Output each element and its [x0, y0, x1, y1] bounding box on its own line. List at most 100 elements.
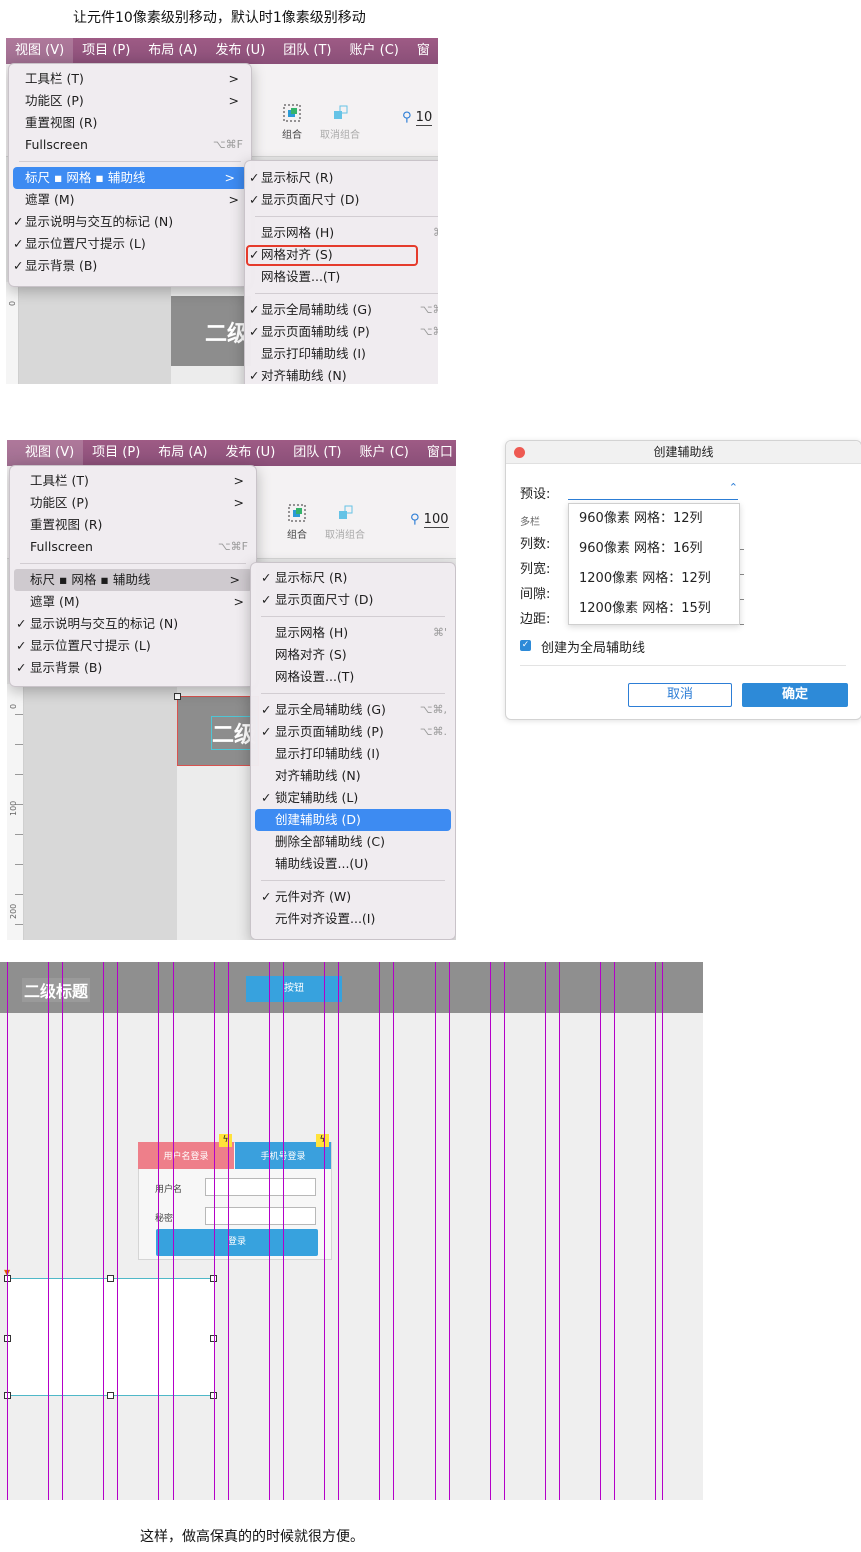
- login-button[interactable]: 登录: [156, 1229, 318, 1256]
- menu-item-ruler-grid-guides[interactable]: 标尺 ▪ 网格 ▪ 辅助线 >: [14, 569, 252, 591]
- menu-item-create-guides[interactable]: 创建辅助线 (D): [255, 809, 451, 831]
- close-icon[interactable]: [514, 447, 525, 458]
- password-input[interactable]: [205, 1207, 316, 1225]
- menu-item-ribbon[interactable]: 功能区 (P) >: [9, 90, 251, 112]
- menu-item-reset-view[interactable]: 重置视图 (R): [9, 112, 251, 134]
- preset-option[interactable]: 1200像素 网格：15列: [569, 594, 739, 624]
- menu-item-reset-view[interactable]: 重置视图 (R): [10, 514, 256, 536]
- guide-line[interactable]: [614, 962, 615, 1500]
- menu-item-show-grid[interactable]: 显示网格 (H)⌘': [251, 622, 455, 644]
- menu-item-show-ruler[interactable]: ✓ 显示标尺 (R): [245, 167, 438, 189]
- menu-item-snap-to-widgets[interactable]: ✓ 元件对齐 (W): [251, 886, 455, 908]
- guide-line[interactable]: [48, 962, 49, 1500]
- preset-option[interactable]: 960像素 网格：16列: [569, 534, 739, 564]
- menu-window[interactable]: 窗口: [418, 440, 456, 466]
- menu-item-mask[interactable]: 遮罩 (M) >: [9, 189, 251, 211]
- group-button[interactable]: 组合: [276, 104, 308, 141]
- menu-window[interactable]: 窗: [408, 38, 438, 64]
- menu-publish[interactable]: 发布 (U): [216, 440, 284, 466]
- guide-line[interactable]: [504, 962, 505, 1500]
- guide-line[interactable]: [338, 962, 339, 1500]
- menu-item-toolbar[interactable]: 工具栏 (T) >: [9, 68, 251, 90]
- guide-line[interactable]: [269, 962, 270, 1500]
- guide-line[interactable]: [173, 962, 174, 1500]
- menu-project[interactable]: 项目 (P): [73, 38, 139, 64]
- menu-item-show-size-hints[interactable]: ✓ 显示位置尺寸提示 (L): [9, 233, 251, 255]
- menu-publish[interactable]: 发布 (U): [206, 38, 274, 64]
- menu-item-show-ruler[interactable]: ✓ 显示标尺 (R): [251, 567, 455, 589]
- menu-item-snap-to-guides[interactable]: ✓ 对齐辅助线 (N): [245, 365, 438, 384]
- menu-item-show-grid[interactable]: 显示网格 (H)⌘': [245, 222, 438, 244]
- menu-item-show-page-size[interactable]: ✓ 显示页面尺寸 (D): [251, 589, 455, 611]
- menu-item-show-background[interactable]: ✓ 显示背景 (B): [9, 255, 251, 277]
- menu-item-grid-settings[interactable]: 网格设置...(T): [245, 266, 438, 288]
- menu-item-show-global-guides[interactable]: ✓显示全局辅助线 (G)⌥⌘,: [251, 699, 455, 721]
- menu-item-delete-all-guides[interactable]: 删除全部辅助线 (C): [251, 831, 455, 853]
- guide-line[interactable]: [435, 962, 436, 1500]
- menu-item-lock-guides[interactable]: ✓ 锁定辅助线 (L): [251, 787, 455, 809]
- preset-select[interactable]: ⌃: [568, 481, 738, 500]
- menu-item-guide-settings[interactable]: 辅助线设置...(U): [251, 853, 455, 875]
- guide-line[interactable]: [393, 962, 394, 1500]
- selection-handle[interactable]: [174, 693, 181, 700]
- guide-line[interactable]: [379, 962, 380, 1500]
- menu-item-show-background[interactable]: ✓ 显示背景 (B): [10, 657, 256, 679]
- group-button[interactable]: 组合: [281, 504, 313, 541]
- menu-item-show-page-size[interactable]: ✓ 显示页面尺寸 (D): [245, 189, 438, 211]
- menu-item-show-notes[interactable]: ✓ 显示说明与交互的标记 (N): [9, 211, 251, 233]
- menu-view[interactable]: 视图 (V): [6, 38, 74, 64]
- menu-item-show-page-guides[interactable]: ✓显示页面辅助线 (P)⌥⌘.: [251, 721, 455, 743]
- menu-item-snap-to-grid[interactable]: 网格对齐 (S): [251, 644, 455, 666]
- menu-layout[interactable]: 布局 (A): [139, 38, 206, 64]
- guide-line[interactable]: [545, 962, 546, 1500]
- menu-item-snap-to-guides[interactable]: 对齐辅助线 (N): [251, 765, 455, 787]
- guide-line[interactable]: [559, 962, 560, 1500]
- guide-line[interactable]: [214, 962, 215, 1500]
- menu-item-show-print-guides[interactable]: 显示打印辅助线 (I): [251, 743, 455, 765]
- menu-team[interactable]: 团队 (T): [274, 38, 340, 64]
- menu-item-ruler-grid-guides[interactable]: 标尺 ▪ 网格 ▪ 辅助线 >: [13, 167, 247, 189]
- menu-item-toolbar[interactable]: 工具栏 (T) >: [10, 470, 256, 492]
- menu-item-show-print-guides[interactable]: 显示打印辅助线 (I): [245, 343, 438, 365]
- global-guides-checkbox[interactable]: ✓: [520, 640, 531, 651]
- guide-line[interactable]: [7, 962, 8, 1500]
- selected-rectangle[interactable]: [7, 1278, 215, 1396]
- guide-line[interactable]: [600, 962, 601, 1500]
- menu-item-show-global-guides[interactable]: ✓显示全局辅助线 (G)⌥⌘,: [245, 299, 438, 321]
- menu-item-show-size-hints[interactable]: ✓ 显示位置尺寸提示 (L): [10, 635, 256, 657]
- menu-account[interactable]: 账户 (C): [340, 38, 407, 64]
- menu-view[interactable]: 视图 (V): [7, 440, 84, 466]
- guide-line[interactable]: [655, 962, 656, 1500]
- menu-item-grid-settings[interactable]: 网格设置...(T): [251, 666, 455, 688]
- guide-line[interactable]: [228, 962, 229, 1500]
- guide-line[interactable]: [62, 962, 63, 1500]
- guide-line[interactable]: [158, 962, 159, 1500]
- menu-item-ribbon[interactable]: 功能区 (P) >: [10, 492, 256, 514]
- ok-button[interactable]: 确定: [742, 683, 848, 707]
- menu-layout[interactable]: 布局 (A): [149, 440, 216, 466]
- menu-item-widget-snap-settings[interactable]: 元件对齐设置...(I): [251, 908, 455, 930]
- menu-project[interactable]: 项目 (P): [83, 440, 149, 466]
- ungroup-button[interactable]: 取消组合: [323, 504, 367, 541]
- guide-line[interactable]: [117, 962, 118, 1500]
- preset-option[interactable]: 1200像素 网格：12列: [569, 564, 739, 594]
- guide-line[interactable]: [324, 962, 325, 1500]
- zoom-field[interactable]: ⚲ 100: [410, 512, 449, 528]
- zoom-field[interactable]: ⚲ 10: [402, 110, 433, 126]
- guide-line[interactable]: [103, 962, 104, 1500]
- guide-line[interactable]: [490, 962, 491, 1500]
- menu-account[interactable]: 账户 (C): [350, 440, 417, 466]
- cancel-button[interactable]: 取消: [628, 683, 732, 707]
- menu-item-show-notes[interactable]: ✓ 显示说明与交互的标记 (N): [10, 613, 256, 635]
- preset-option[interactable]: 960像素 网格：12列: [569, 504, 739, 534]
- ungroup-button[interactable]: 取消组合: [318, 104, 362, 141]
- selection-handle[interactable]: [107, 1392, 114, 1399]
- header-button[interactable]: 按钮: [246, 976, 342, 1002]
- menu-item-mask[interactable]: 遮罩 (M) >: [10, 591, 256, 613]
- menu-item-fullscreen[interactable]: Fullscreen ⌥⌘F: [10, 536, 256, 558]
- menu-item-fullscreen[interactable]: Fullscreen ⌥⌘F: [9, 134, 251, 156]
- guide-line[interactable]: [449, 962, 450, 1500]
- username-input[interactable]: [205, 1178, 316, 1196]
- menu-team[interactable]: 团队 (T): [284, 440, 350, 466]
- guide-line[interactable]: [662, 962, 663, 1500]
